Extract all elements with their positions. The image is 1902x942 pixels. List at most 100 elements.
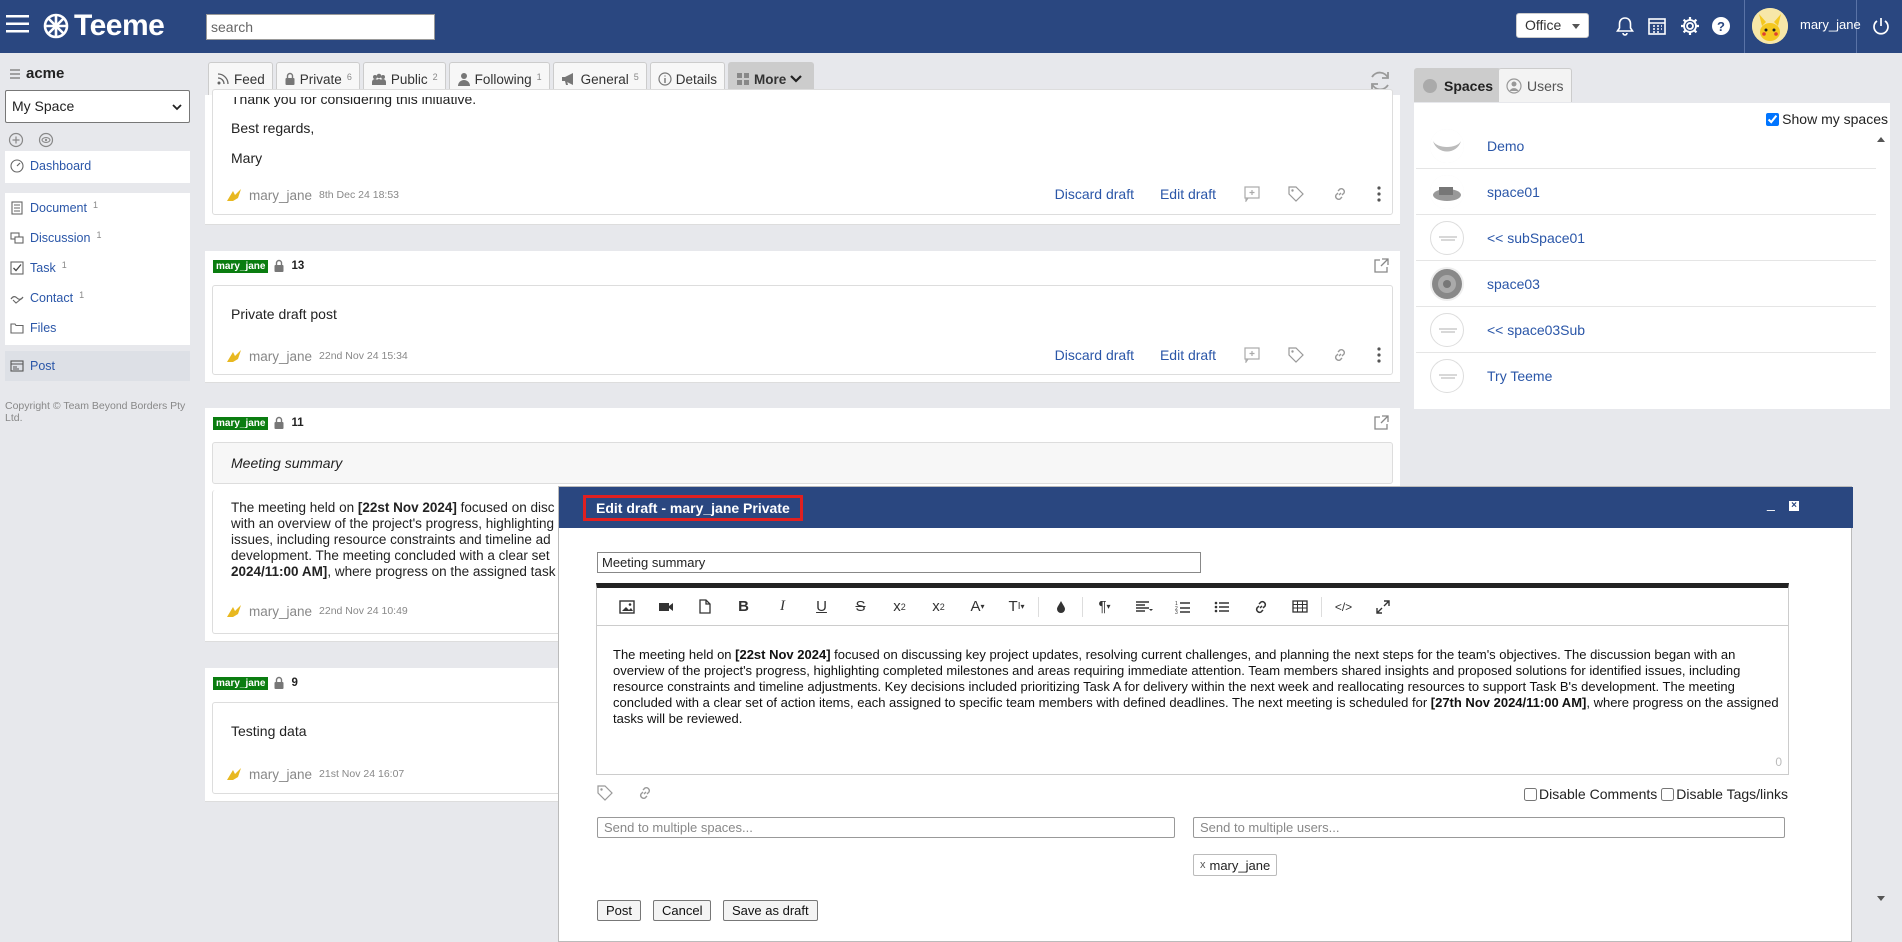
view-icon[interactable] <box>38 132 54 148</box>
space-item[interactable]: space03 <box>1416 261 1876 307</box>
edit-draft-link[interactable]: Edit draft <box>1160 186 1216 202</box>
editor-content[interactable]: The meeting held on [22st Nov 2024] focu… <box>613 647 1783 727</box>
scroll-up-arrow-icon[interactable] <box>1876 135 1886 143</box>
close-button[interactable]: × <box>1789 501 1799 511</box>
tab-users[interactable]: Users <box>1498 68 1572 102</box>
post-card: Thank you for considering this initiativ… <box>205 89 1400 225</box>
sidebar-box-modules: Document 1 Discussion 1 Task 1 Contact 1 Fil… <box>5 193 190 345</box>
subscript-icon[interactable]: x2 <box>880 592 919 622</box>
excerpt-line: development. The meeting concluded with … <box>231 548 550 563</box>
tag-icon[interactable] <box>1288 186 1304 202</box>
tab-count: 1 <box>536 71 542 82</box>
ordered-list-icon[interactable]: 123 <box>1163 592 1202 622</box>
send-to-spaces-input[interactable] <box>597 817 1175 838</box>
excerpt-text: focused on disc <box>456 500 555 515</box>
author-tag[interactable]: mary_jane <box>213 259 269 273</box>
subject-input[interactable] <box>597 552 1201 573</box>
sidebar-item-post[interactable]: Post <box>5 351 190 381</box>
insert-image-icon[interactable] <box>607 592 646 622</box>
sidebar-item-dashboard[interactable]: Dashboard <box>5 151 190 181</box>
space-item[interactable]: Demo <box>1416 123 1876 169</box>
sidebar-item-files[interactable]: Files <box>5 313 190 343</box>
sidebar-item-document[interactable]: Document 1 <box>5 193 190 223</box>
strikethrough-icon[interactable]: S <box>841 592 880 622</box>
group-icon <box>371 73 386 85</box>
external-link-icon[interactable] <box>1373 258 1389 274</box>
post-author[interactable]: mary_jane <box>249 188 312 203</box>
author-tag[interactable]: mary_jane <box>213 676 269 690</box>
bell-icon[interactable] <box>1614 15 1636 37</box>
scroll-down-arrow-icon[interactable] <box>1876 895 1886 903</box>
kebab-menu-icon[interactable] <box>1376 186 1382 202</box>
logo-icon <box>43 13 69 39</box>
tab-count: 2 <box>432 71 438 82</box>
link-icon[interactable] <box>637 785 653 801</box>
code-view-icon[interactable]: </> <box>1324 592 1363 622</box>
add-icon[interactable] <box>8 132 24 148</box>
remove-chip-button[interactable]: x <box>1200 859 1206 871</box>
align-icon[interactable] <box>1124 592 1163 622</box>
fullscreen-icon[interactable] <box>1363 592 1402 622</box>
underline-icon[interactable]: U <box>802 592 841 622</box>
minimize-button[interactable]: _ <box>1767 495 1775 511</box>
post-author[interactable]: mary_jane <box>249 349 312 364</box>
tab-spaces[interactable]: Spaces <box>1414 68 1502 102</box>
brand-logo[interactable]: Teeme <box>42 7 165 45</box>
modal-header: Edit draft - mary_jane Private _ × <box>559 487 1853 528</box>
insert-file-icon[interactable] <box>685 592 724 622</box>
kebab-menu-icon[interactable] <box>1376 347 1382 363</box>
add-comment-icon[interactable] <box>1244 347 1260 363</box>
font-size-icon[interactable]: T I ▾ <box>997 592 1036 622</box>
space-item[interactable]: << space03Sub <box>1416 307 1876 353</box>
link-icon[interactable] <box>1332 186 1348 202</box>
link-icon[interactable] <box>1332 347 1348 363</box>
superscript-icon[interactable]: x2 <box>919 592 958 622</box>
search-input[interactable] <box>206 14 435 40</box>
sidebar-item-contact[interactable]: Contact 1 <box>5 283 190 313</box>
post-title: Meeting summary <box>231 455 343 471</box>
office-dropdown[interactable]: Office <box>1516 13 1589 38</box>
post-date: 8th Dec 24 18:53 <box>319 189 400 201</box>
discard-draft-link[interactable]: Discard draft <box>1055 186 1134 202</box>
power-icon[interactable] <box>1870 15 1892 37</box>
space-item[interactable]: << subSpace01 <box>1416 215 1876 261</box>
hamburger-menu-icon[interactable] <box>6 12 30 36</box>
text-color-icon[interactable] <box>1041 592 1080 622</box>
space-name: << subSpace01 <box>1487 229 1586 246</box>
space-select[interactable]: My Space <box>5 90 190 123</box>
user-menu[interactable]: mary_jane <box>1744 0 1861 53</box>
disable-tags-checkbox[interactable] <box>1661 787 1675 801</box>
add-comment-icon[interactable] <box>1244 186 1260 202</box>
insert-video-icon[interactable] <box>646 592 685 622</box>
sidebar-item-task[interactable]: Task 1 <box>5 253 190 283</box>
post-author[interactable]: mary_jane <box>249 767 312 782</box>
italic-icon[interactable]: I <box>763 592 802 622</box>
unordered-list-icon[interactable] <box>1202 592 1241 622</box>
external-link-icon[interactable] <box>1373 415 1389 431</box>
insert-table-icon[interactable] <box>1280 592 1319 622</box>
tag-icon[interactable] <box>597 785 613 801</box>
author-tag[interactable]: mary_jane <box>213 416 269 430</box>
cancel-button[interactable]: Cancel <box>653 900 712 921</box>
disable-options: Disable Comments Disable Tags/links <box>1524 786 1788 802</box>
insert-link-icon[interactable] <box>1241 592 1280 622</box>
send-to-users-input[interactable] <box>1193 817 1785 838</box>
post-header: mary_jane 9 <box>213 676 298 690</box>
discard-draft-link[interactable]: Discard draft <box>1055 347 1134 363</box>
edit-draft-link[interactable]: Edit draft <box>1160 347 1216 363</box>
font-family-icon[interactable]: A ▾ <box>958 592 997 622</box>
bold-icon[interactable]: B <box>724 592 763 622</box>
gear-icon[interactable] <box>1679 15 1701 37</box>
save-draft-button[interactable]: Save as draft <box>723 900 818 921</box>
post-author[interactable]: mary_jane <box>249 604 312 619</box>
disable-comments-checkbox[interactable] <box>1524 787 1537 801</box>
paragraph-format-icon[interactable]: ¶ ▾ <box>1085 592 1124 622</box>
calendar-icon[interactable] <box>1646 15 1668 37</box>
tag-icon[interactable] <box>1288 347 1304 363</box>
space-item[interactable]: Try Teeme <box>1416 353 1876 399</box>
grid-icon <box>736 73 749 85</box>
sidebar-item-discussion[interactable]: Discussion 1 <box>5 223 190 253</box>
post-button[interactable]: Post <box>597 900 642 921</box>
space-item[interactable]: space01 <box>1416 169 1876 215</box>
help-icon[interactable]: ? <box>1710 15 1732 37</box>
